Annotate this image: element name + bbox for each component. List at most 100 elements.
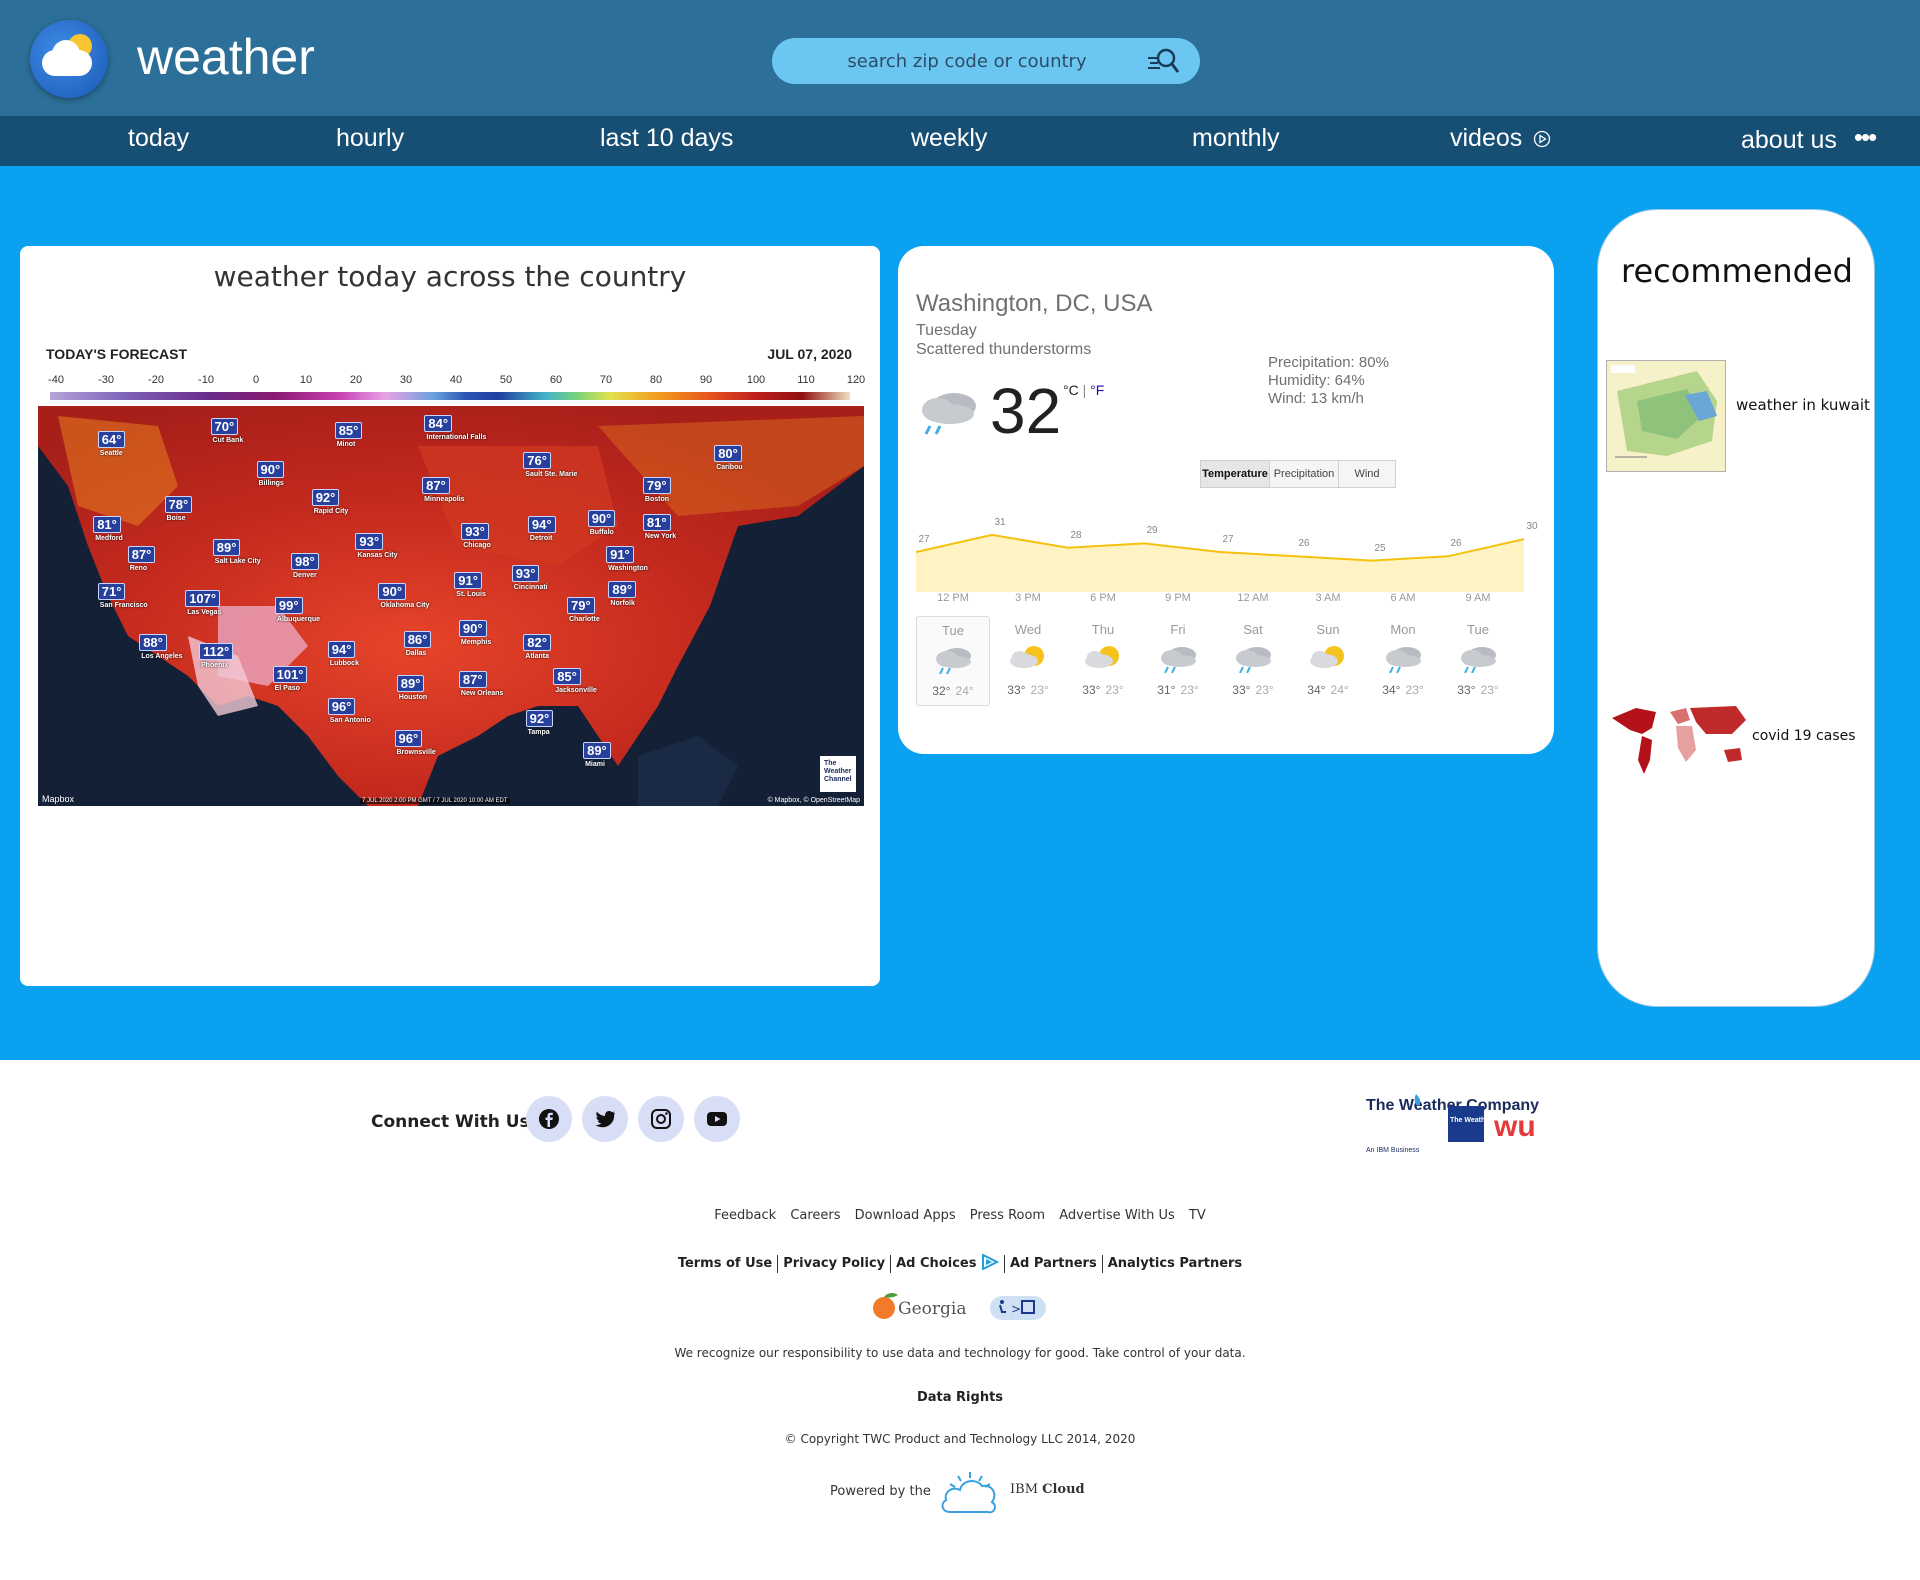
forecast-high: 32° (932, 684, 951, 698)
legal-link-terms[interactable]: Terms of Use (673, 1256, 777, 1271)
nav-videos[interactable]: videos (1450, 124, 1551, 153)
scale-tick-label: -40 (48, 374, 64, 386)
unit-celsius[interactable]: °C (1063, 382, 1079, 398)
footer-link-feedback[interactable]: Feedback (714, 1208, 776, 1223)
map-city-name: Buffalo (589, 528, 614, 536)
wu-logo-text: wu (1493, 1110, 1536, 1143)
search-icon[interactable] (1146, 46, 1180, 76)
nav-monthly[interactable]: monthly (1192, 124, 1280, 153)
ibm-label: IBM (1010, 1482, 1038, 1497)
us-temperature-map[interactable]: 64° Seattle 70° Cut Bank 85° Minot 84° Internat… (38, 406, 864, 806)
forecast-day-name: Wed (1014, 622, 1042, 637)
connect-label: Connect With Us (371, 1112, 530, 1132)
current-temperature: 32 (990, 375, 1062, 447)
hour-label: 12 PM (937, 592, 969, 604)
scale-tick-label: 110 (797, 374, 815, 386)
map-city-temp: 76° (523, 452, 551, 469)
legal-link-privacy[interactable]: Privacy Policy (778, 1256, 890, 1271)
forecast-day-tue[interactable]: Tue 33° 23° (1441, 616, 1515, 706)
responsibility-text: We recognize our responsibility to use d… (674, 1346, 1246, 1360)
map-city-name: Reno (129, 565, 148, 573)
legal-link-ad-choices[interactable]: Ad Choices (891, 1253, 1004, 1271)
weather-day: Tuesday (916, 322, 977, 339)
graph-point-label: 29 (1146, 525, 1158, 537)
thunderstorm-icon (1386, 647, 1421, 673)
twitter-button[interactable] (582, 1096, 628, 1142)
facebook-button[interactable] (526, 1096, 572, 1142)
youtube-button[interactable] (694, 1096, 740, 1142)
forecast-day-name: Thu (1091, 622, 1115, 637)
forecast-day-name: Sat (1243, 622, 1263, 637)
map-city-temp: 71° (97, 583, 126, 601)
forecast-day-temps: 34° 23° (1366, 679, 1440, 698)
scale-tick-label: 100 (746, 374, 766, 386)
data-rights-link[interactable]: Data Rights (0, 1390, 1920, 1405)
footer-link-advertise[interactable]: Advertise With Us (1059, 1208, 1175, 1223)
forecast-date: JUL 07, 2020 (767, 346, 852, 362)
map-city-temp: 93° (355, 532, 384, 550)
map-city-name: Lubbock (329, 659, 359, 667)
map-city-name: Miami (585, 760, 605, 768)
hour-label: 6 AM (1390, 592, 1416, 604)
current-weather-card: Washington, DC, USA Tuesday Scattered th… (898, 246, 1554, 754)
tab-wind[interactable]: Wind (1338, 460, 1396, 488)
map-city-name: Boise (166, 514, 186, 522)
nav-videos-label: videos (1450, 124, 1523, 152)
forecast-low: 23° (1405, 683, 1424, 697)
nav-weekly[interactable]: weekly (911, 124, 987, 153)
footer-link-tv[interactable]: TV (1189, 1208, 1206, 1223)
thunderstorm-icon (1461, 647, 1496, 673)
nav-last-10-days[interactable]: last 10 days (600, 124, 733, 153)
app-title: weather (137, 29, 315, 85)
twc-logo-sub: An IBM Business (1366, 1147, 1420, 1154)
forecast-day-mon[interactable]: Mon 34° 23° (1366, 616, 1440, 706)
main-content: weather today across the country TODAY'S… (0, 166, 1920, 1060)
search-input[interactable] (802, 46, 1132, 76)
instagram-button[interactable] (638, 1096, 684, 1142)
legal-link-analytics-partners[interactable]: Analytics Partners (1103, 1256, 1247, 1271)
map-city-temp: 79° (567, 596, 595, 614)
kuwait-map-image[interactable] (1606, 360, 1726, 472)
map-city-name: Seattle (99, 450, 123, 458)
instagram-icon (651, 1109, 671, 1129)
footer-link-download-apps[interactable]: Download Apps (855, 1208, 956, 1223)
unit-fahrenheit[interactable]: °F (1090, 382, 1104, 398)
map-city-name: Jacksonville (555, 687, 597, 695)
recommended-covid-link[interactable]: covid 19 cases (1752, 728, 1856, 744)
forecast-low: 24° (1330, 683, 1349, 697)
recommended-kuwait-link[interactable]: weather in kuwait (1736, 396, 1870, 414)
hour-label: 6 PM (1090, 592, 1116, 604)
svg-text:>: > (1011, 1302, 1021, 1316)
forecast-day-sun[interactable]: Sun 34° 24° (1291, 616, 1365, 706)
world-map-image[interactable] (1606, 700, 1756, 780)
map-city-name: New Orleans (460, 689, 504, 697)
map-city-name: San Antonio (329, 717, 371, 725)
legal-link-ad-partners[interactable]: Ad Partners (1005, 1256, 1102, 1271)
footer-link-press-room[interactable]: Press Room (970, 1208, 1045, 1223)
forecast-day-tue[interactable]: Tue 32° 24° (916, 616, 990, 706)
forecast-low: 24° (955, 684, 974, 698)
country-map-card: weather today across the country TODAY'S… (20, 246, 880, 986)
scale-tick-label: 10 (299, 374, 313, 386)
map-city-name: Billings (258, 480, 284, 488)
forecast-low: 23° (1480, 683, 1499, 697)
map-city-name: Los Angeles (141, 652, 183, 660)
copyright-text: © Copyright TWC Product and Technology L… (784, 1432, 1136, 1446)
search-box[interactable] (772, 38, 1200, 84)
weather-location: Washington, DC, USA (916, 290, 1153, 317)
footer-link-careers[interactable]: Careers (790, 1208, 840, 1223)
nav-about-us[interactable]: about us ••• (1741, 122, 1877, 155)
forecast-day-fri[interactable]: Fri 31° 23° (1141, 616, 1215, 706)
weather-condition: Scattered thunderstorms (916, 341, 1092, 358)
tab-temperature[interactable]: Temperature (1200, 460, 1270, 488)
nav-hourly[interactable]: hourly (336, 124, 404, 153)
forecast-day-sat[interactable]: Sat 33° 23° (1216, 616, 1290, 706)
ibm-cloud-icon (941, 1472, 996, 1514)
app-logo-icon[interactable] (30, 20, 108, 98)
nav-today[interactable]: today (128, 124, 189, 153)
map-city-temp: 99° (274, 596, 303, 614)
tab-precipitation[interactable]: Precipitation (1269, 460, 1339, 488)
forecast-day-thu[interactable]: Thu 33° 23° (1066, 616, 1140, 706)
forecast-day-wed[interactable]: Wed 33° 23° (991, 616, 1065, 706)
map-city-name: Boston (644, 496, 669, 504)
